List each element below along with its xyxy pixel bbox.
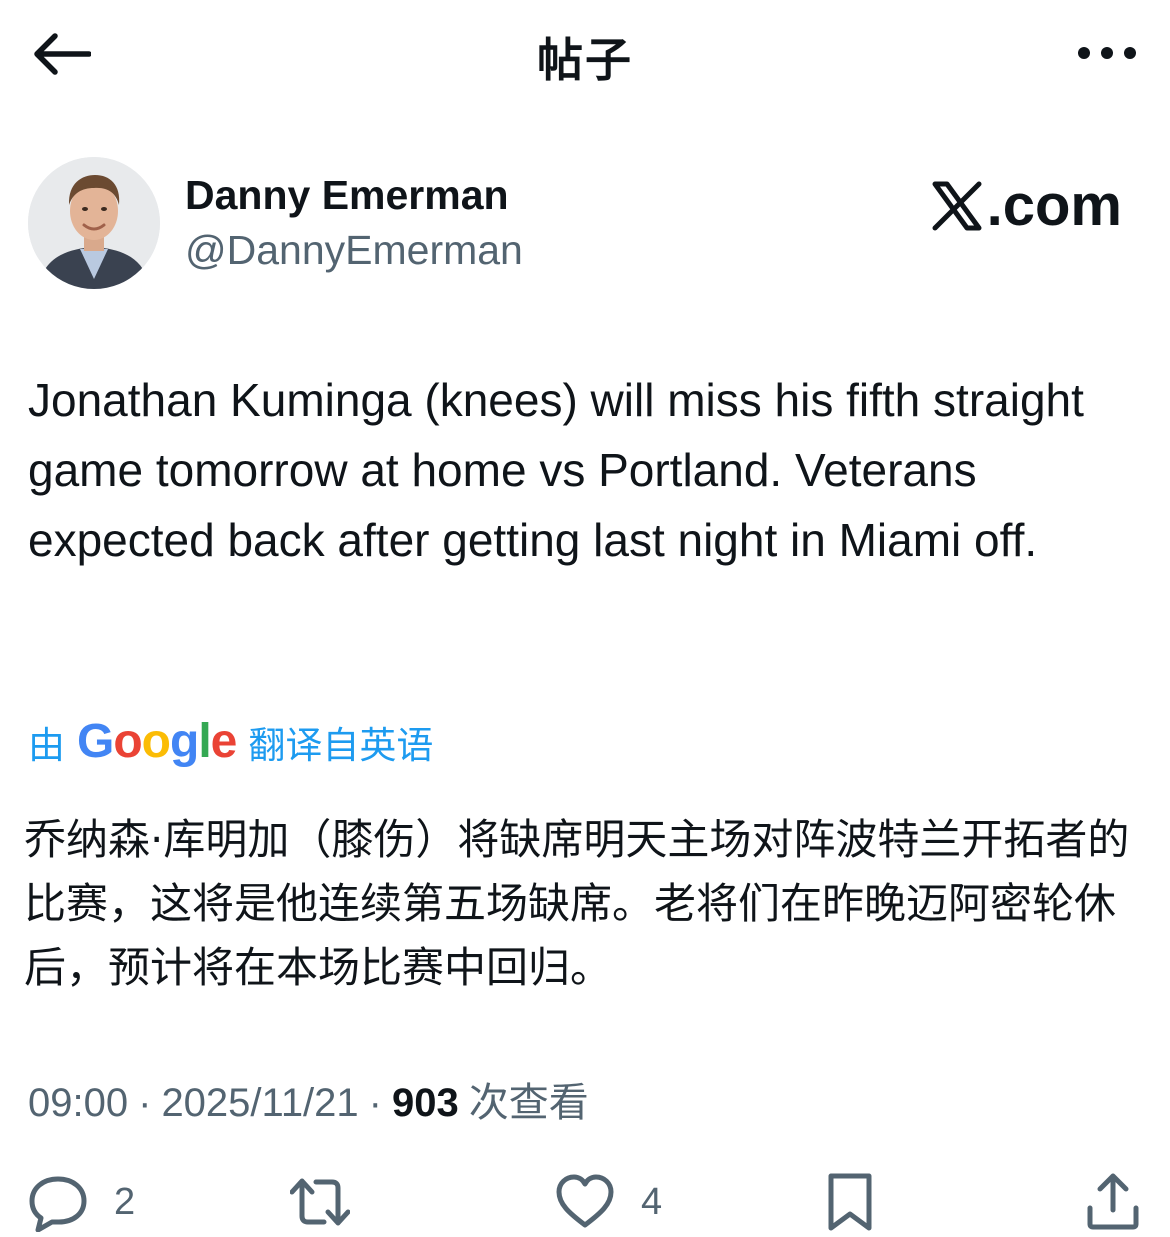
repost-button[interactable]	[290, 1168, 350, 1236]
translation-attribution[interactable]: 由 Google 翻译自英语	[28, 714, 433, 769]
share-button[interactable]	[1083, 1168, 1143, 1236]
x-logo-icon	[932, 181, 982, 230]
heart-icon	[556, 1174, 614, 1228]
meta-separator: ·	[368, 1081, 382, 1125]
repost-icon	[290, 1178, 350, 1226]
translation-suffix: 翻译自英语	[248, 723, 434, 767]
action-bar: 2 4	[0, 1168, 1170, 1236]
tweet-text: Jonathan Kuminga (knees) will miss his f…	[28, 374, 1084, 566]
reply-icon	[29, 1176, 87, 1232]
meta-separator: ·	[138, 1081, 152, 1125]
views-count: 903	[392, 1081, 459, 1125]
author-handle[interactable]: @DannyEmerman	[185, 227, 523, 274]
avatar-image	[28, 157, 160, 289]
watermark-text: .com	[986, 173, 1122, 238]
tweet-date[interactable]: 2025/11/21	[161, 1081, 358, 1126]
like-count: 4	[641, 1180, 663, 1223]
top-bar: 帖子	[0, 0, 1170, 110]
translated-text: 乔纳森·库明加（膝伤）将缺席明天主场对阵波特兰开拓者的比赛，这将是他连续第五场缺…	[24, 815, 1130, 992]
tweet-time[interactable]: 09:00	[28, 1081, 128, 1126]
bookmark-icon	[828, 1173, 872, 1231]
more-horizontal-icon	[1078, 47, 1136, 59]
reply-button[interactable]: 2	[28, 1168, 135, 1236]
author-name[interactable]: Danny Emerman	[185, 172, 509, 219]
avatar[interactable]	[28, 157, 160, 289]
more-button[interactable]	[1072, 30, 1142, 76]
views-label: 次查看	[468, 1080, 589, 1126]
page-title: 帖子	[537, 33, 633, 87]
like-button[interactable]: 4	[555, 1168, 662, 1236]
share-icon	[1087, 1173, 1139, 1230]
tweet-meta: 09:00 · 2025/11/21 · 903 次查看	[28, 1070, 589, 1128]
reply-count: 2	[114, 1180, 136, 1223]
google-logo: Google	[77, 715, 237, 768]
bookmark-button[interactable]	[820, 1168, 880, 1236]
x-com-watermark: .com	[931, 172, 1122, 239]
translation-prefix: 由	[28, 723, 65, 767]
